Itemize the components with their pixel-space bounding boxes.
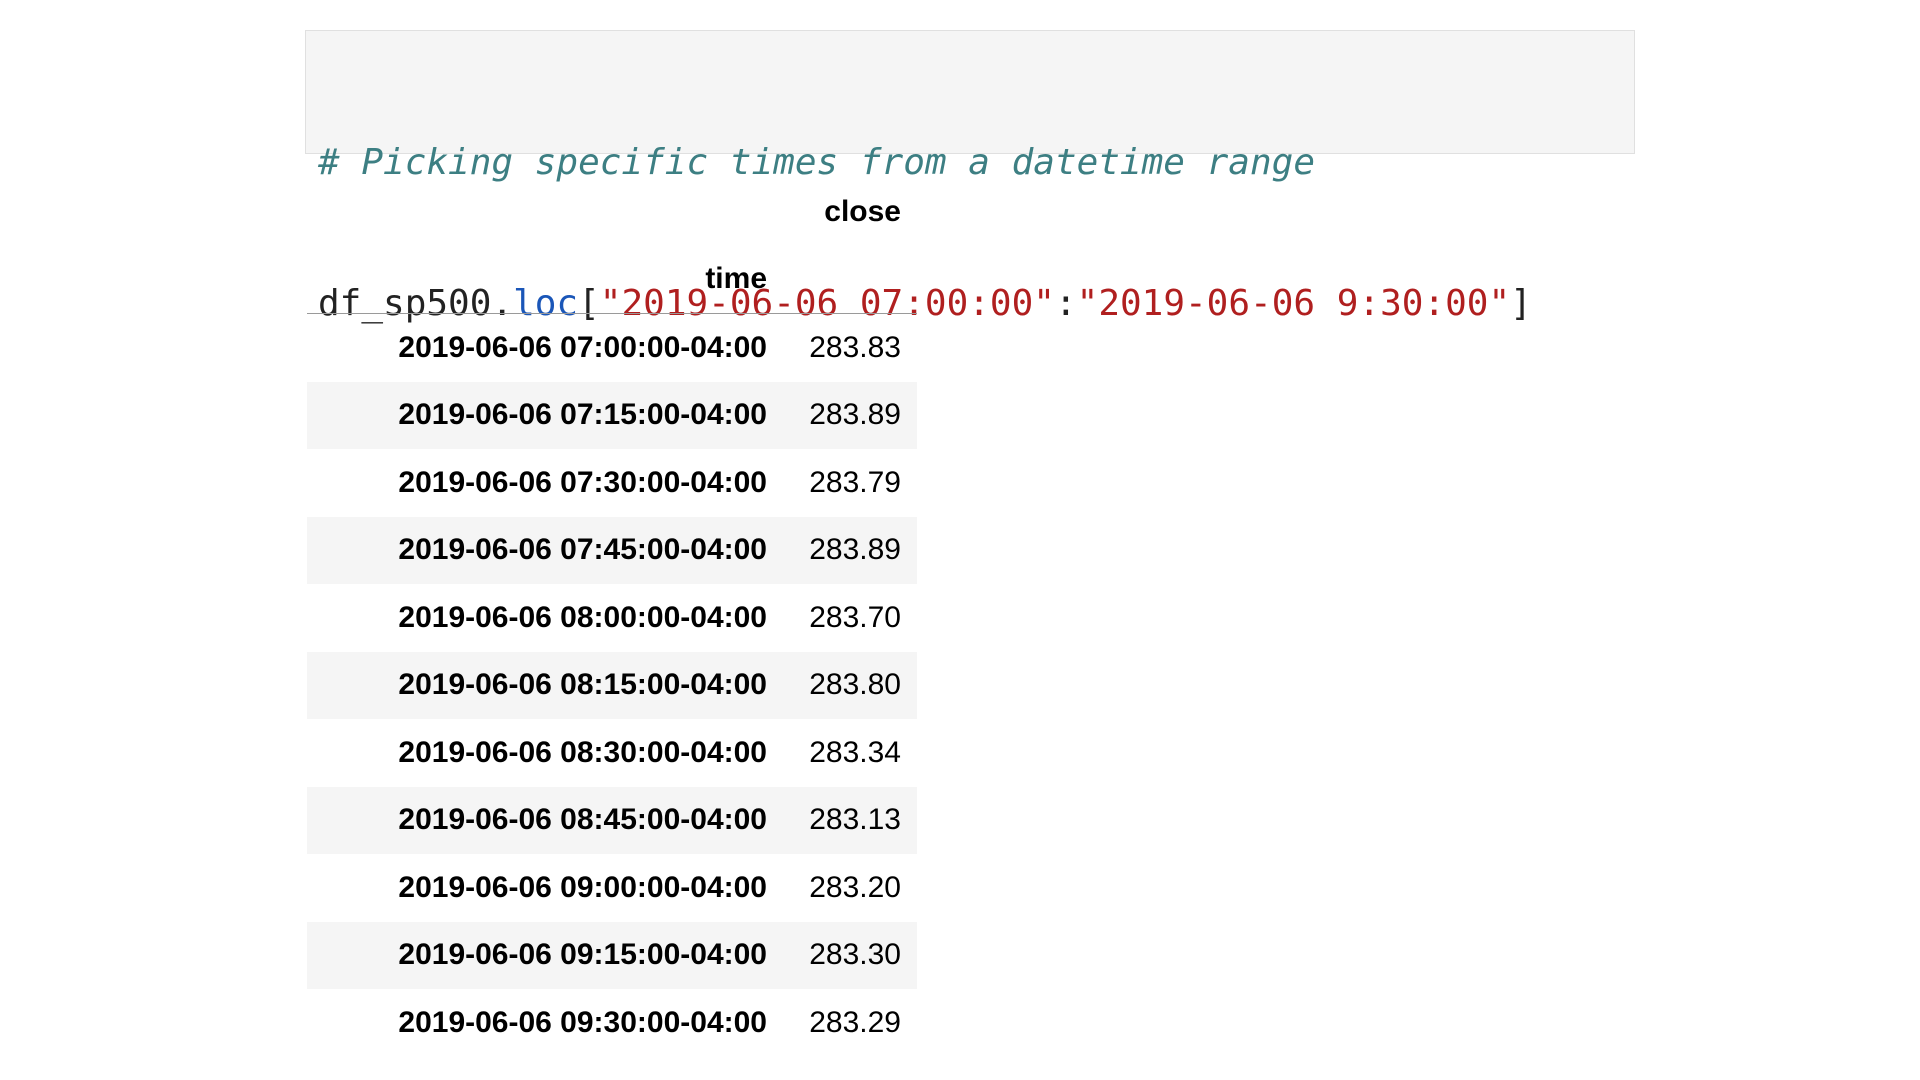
- row-index-time: 2019-06-06 08:15:00-04:00: [398, 668, 767, 702]
- dataframe-output: close time 2019-06-06 07:00:00-04:00 283…: [307, 178, 917, 1057]
- code-end-string: "2019-06-06 9:30:00": [1076, 283, 1511, 324]
- row-index-time: 2019-06-06 07:45:00-04:00: [398, 533, 767, 567]
- table-row: 2019-06-06 07:00:00-04:00 283.83: [307, 314, 917, 382]
- column-header-row: close: [307, 178, 917, 246]
- table-row: 2019-06-06 09:00:00-04:00 283.20: [307, 854, 917, 922]
- row-index-time: 2019-06-06 08:00:00-04:00: [398, 600, 767, 634]
- code-cell[interactable]: # Picking specific times from a datetime…: [305, 30, 1635, 324]
- code-close-bracket: ]: [1510, 283, 1532, 324]
- table-row: 2019-06-06 08:15:00-04:00 283.80: [307, 651, 917, 719]
- table-row: 2019-06-06 08:45:00-04:00 283.13: [307, 786, 917, 854]
- table-row: 2019-06-06 07:30:00-04:00 283.79: [307, 449, 917, 517]
- row-close-value: 283.29: [809, 1005, 901, 1039]
- table-row: 2019-06-06 09:30:00-04:00 283.29: [307, 989, 917, 1057]
- table-row: 2019-06-06 08:30:00-04:00 283.34: [307, 719, 917, 787]
- row-index-time: 2019-06-06 09:00:00-04:00: [398, 870, 767, 904]
- row-index-time: 2019-06-06 07:00:00-04:00: [398, 330, 767, 364]
- row-close-value: 283.34: [809, 735, 901, 769]
- row-index-time: 2019-06-06 09:15:00-04:00: [398, 938, 767, 972]
- row-close-value: 283.79: [809, 465, 901, 499]
- row-close-value: 283.89: [809, 398, 901, 432]
- row-index-time: 2019-06-06 07:15:00-04:00: [398, 398, 767, 432]
- index-header-time: time: [705, 262, 767, 296]
- table-row: 2019-06-06 09:15:00-04:00 283.30: [307, 921, 917, 989]
- code-colon: :: [1054, 283, 1077, 324]
- column-header-close: close: [824, 194, 901, 228]
- index-header-row: time: [307, 246, 917, 314]
- row-close-value: 283.89: [809, 533, 901, 567]
- row-index-time: 2019-06-06 08:45:00-04:00: [398, 803, 767, 837]
- table-row: 2019-06-06 07:15:00-04:00 283.89: [307, 381, 917, 449]
- table-row: 2019-06-06 07:45:00-04:00 283.89: [307, 516, 917, 584]
- row-close-value: 283.20: [809, 870, 901, 904]
- row-close-value: 283.70: [809, 600, 901, 634]
- row-index-time: 2019-06-06 07:30:00-04:00: [398, 465, 767, 499]
- row-close-value: 283.30: [809, 938, 901, 972]
- row-index-time: 2019-06-06 08:30:00-04:00: [398, 735, 767, 769]
- row-close-value: 283.80: [809, 668, 901, 702]
- row-index-time: 2019-06-06 09:30:00-04:00: [398, 1005, 767, 1039]
- table-row: 2019-06-06 08:00:00-04:00 283.70: [307, 584, 917, 652]
- row-close-value: 283.83: [809, 330, 901, 364]
- row-close-value: 283.13: [809, 803, 901, 837]
